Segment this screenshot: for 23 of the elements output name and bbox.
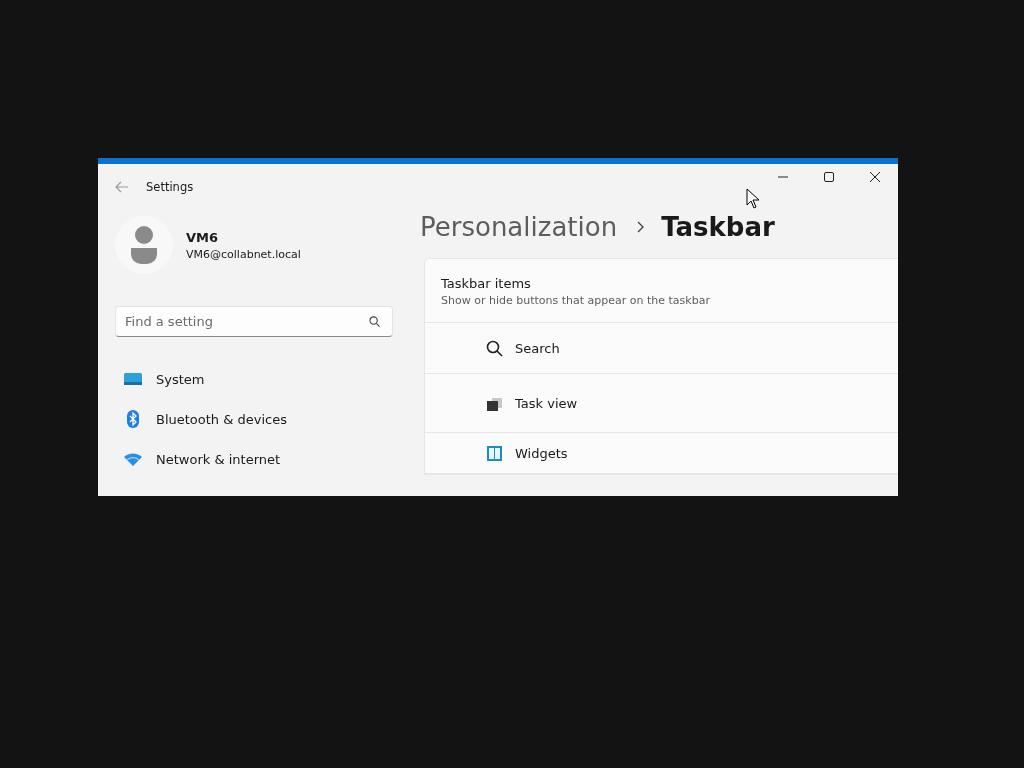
close-icon — [870, 172, 880, 182]
page-title: Taskbar — [661, 212, 775, 242]
person-icon — [129, 226, 159, 264]
back-arrow-icon[interactable] — [115, 181, 129, 193]
mouse-pointer-icon — [746, 188, 760, 209]
search-icon — [369, 316, 380, 327]
card-title: Taskbar items — [441, 276, 532, 291]
user-email: VM6@collabnet.local — [186, 247, 301, 261]
nav-item[interactable]: System — [115, 359, 393, 399]
search-field[interactable]: Find a setting — [115, 306, 393, 337]
user-name: VM6 — [186, 229, 220, 245]
chevron-icon — [635, 221, 646, 233]
widgets-icon — [486, 444, 503, 462]
window-title: Settings — [146, 180, 194, 194]
setting-label: Widgets — [515, 445, 568, 461]
maximize-icon — [824, 172, 834, 182]
breadcrumb-link[interactable]: Personalization — [420, 212, 618, 242]
card-subtitle: Show or hide buttons that appear on the taskbar — [441, 294, 711, 307]
nav-item[interactable]: Network & internet — [115, 439, 393, 479]
search-icon — [486, 339, 503, 357]
setting-label: Task view — [515, 395, 578, 411]
setting-label: Search — [515, 340, 560, 356]
nav-item[interactable]: Bluetooth & devices — [115, 399, 393, 439]
